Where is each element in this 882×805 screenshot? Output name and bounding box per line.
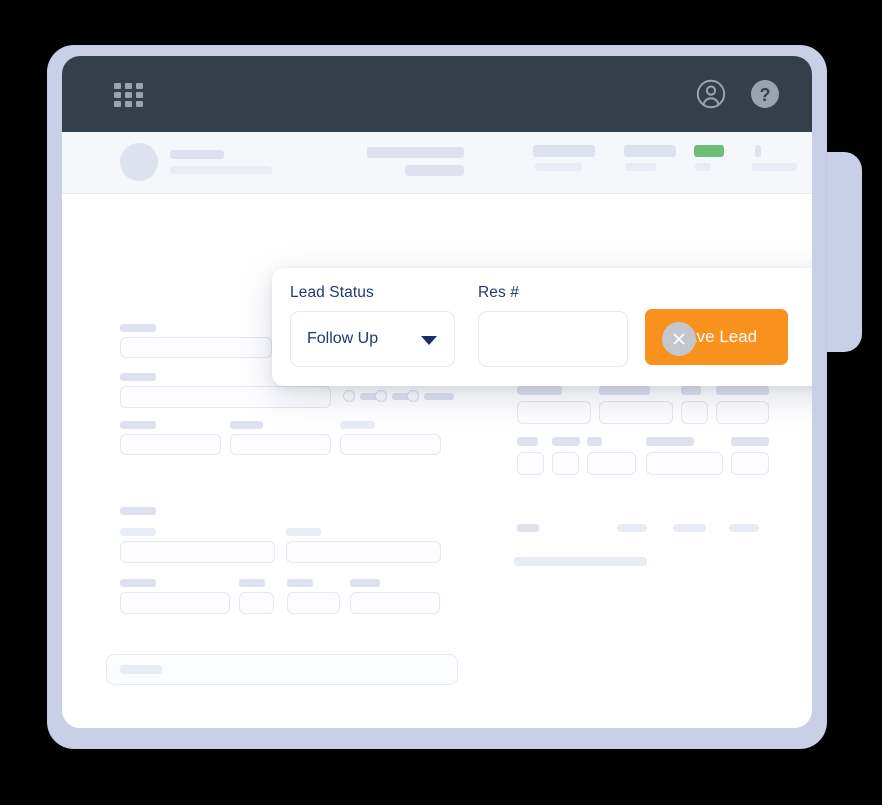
res-number-input-wrap[interactable]: [478, 311, 628, 367]
detail-value-placeholder: [514, 557, 647, 566]
field-label-placeholder: [587, 437, 602, 446]
field-input-placeholder[interactable]: [239, 592, 274, 614]
field-input-placeholder[interactable]: [230, 434, 331, 455]
field-label-placeholder: [350, 579, 380, 587]
field-input-placeholder[interactable]: [517, 401, 591, 424]
field-label-placeholder: [646, 437, 694, 446]
field-label-placeholder: [517, 386, 562, 395]
field-input-placeholder[interactable]: [120, 434, 221, 455]
field-label-placeholder: [681, 386, 701, 395]
svg-text:?: ?: [760, 85, 771, 105]
field-label-placeholder: [552, 437, 580, 446]
field-input-placeholder[interactable]: [120, 541, 275, 563]
grid-dot: [125, 83, 132, 89]
field-label-placeholder: [716, 386, 769, 395]
lead-status-modal: Lead Status Follow Up Res # Save Lead: [272, 268, 812, 386]
screenshot-stage: ? Lead Status Follow Up Res # Save Lead: [0, 0, 882, 805]
field-input-placeholder[interactable]: [517, 452, 544, 475]
field-label-placeholder: [120, 528, 156, 536]
section-heading-placeholder: [120, 507, 156, 515]
radio-option-label: [424, 393, 454, 400]
form-skeleton: [62, 132, 812, 728]
field-label-placeholder: [517, 437, 538, 446]
close-x-icon: [673, 333, 685, 345]
field-input-placeholder[interactable]: [287, 592, 340, 614]
res-number-input[interactable]: [479, 312, 627, 366]
help-question-icon[interactable]: ?: [748, 77, 782, 111]
field-label-placeholder: [731, 437, 769, 446]
topbar-actions: ?: [694, 77, 782, 111]
detail-label-placeholder: [617, 524, 647, 532]
lead-status-select[interactable]: Follow Up: [290, 311, 455, 367]
detail-label-placeholder: [729, 524, 759, 532]
field-input-placeholder[interactable]: [286, 541, 441, 563]
field-label-placeholder: [120, 373, 156, 381]
lead-status-label: Lead Status: [290, 284, 374, 301]
field-input-placeholder[interactable]: [350, 592, 440, 614]
grid-dot: [114, 92, 121, 98]
field-label-placeholder: [230, 421, 263, 429]
grid-dot: [136, 101, 143, 107]
grid-dot: [114, 83, 121, 89]
field-input-placeholder[interactable]: [681, 401, 708, 424]
field-input-placeholder[interactable]: [552, 452, 579, 475]
field-input-placeholder[interactable]: [340, 434, 441, 455]
grid-dot: [114, 101, 121, 107]
field-label-placeholder: [287, 579, 313, 587]
field-label-placeholder: [286, 528, 321, 536]
application-window: ? Lead Status Follow Up Res # Save Lead: [62, 56, 812, 728]
lead-status-value: Follow Up: [307, 330, 379, 347]
grid-apps-icon[interactable]: [114, 83, 143, 107]
detail-label-placeholder: [673, 524, 706, 532]
grid-dot: [136, 92, 143, 98]
grid-dot: [125, 92, 132, 98]
user-account-icon[interactable]: [694, 77, 728, 111]
field-input-placeholder[interactable]: [646, 452, 723, 475]
wide-field-value-placeholder: [120, 665, 162, 674]
res-number-field: Res #: [478, 284, 628, 367]
field-label-placeholder: [239, 579, 265, 587]
field-input-placeholder[interactable]: [731, 452, 769, 475]
top-navigation-bar: ?: [62, 56, 812, 132]
field-input-placeholder[interactable]: [120, 337, 272, 358]
page-body: Lead Status Follow Up Res # Save Lead: [62, 132, 812, 728]
field-input-placeholder[interactable]: [587, 452, 636, 475]
radio-option[interactable]: [375, 390, 387, 402]
chevron-down-icon: [421, 336, 437, 345]
field-label-placeholder: [599, 386, 650, 395]
field-input-placeholder[interactable]: [120, 592, 230, 614]
field-label-placeholder: [340, 421, 375, 429]
detail-label-placeholder: [517, 524, 539, 532]
res-number-label: Res #: [478, 284, 519, 301]
field-input-placeholder[interactable]: [120, 386, 331, 408]
field-input-placeholder[interactable]: [716, 401, 769, 424]
field-label-placeholder: [120, 579, 156, 587]
field-label-placeholder: [120, 421, 156, 429]
grid-dot: [125, 101, 132, 107]
close-modal-button[interactable]: [662, 322, 696, 356]
radio-option[interactable]: [407, 390, 419, 402]
field-label-placeholder: [120, 324, 156, 332]
radio-option[interactable]: [343, 390, 355, 402]
field-input-placeholder[interactable]: [599, 401, 673, 424]
lead-status-field: Lead Status Follow Up: [290, 284, 455, 367]
grid-dot: [136, 83, 143, 89]
